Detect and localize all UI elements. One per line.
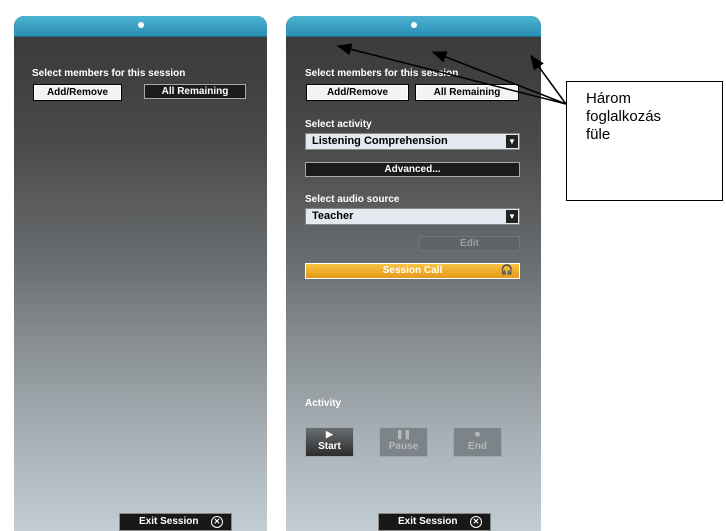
arrow-to-tab-2 bbox=[431, 51, 567, 105]
callout-line-3: füle bbox=[586, 126, 611, 143]
callout-arrows bbox=[336, 43, 567, 105]
arrow-to-tab-1 bbox=[336, 43, 567, 105]
callout-line-1: Három bbox=[586, 90, 632, 107]
callout-box: Három foglalkozás füle bbox=[566, 81, 723, 201]
callout-line-2: foglalkozás bbox=[586, 108, 662, 125]
